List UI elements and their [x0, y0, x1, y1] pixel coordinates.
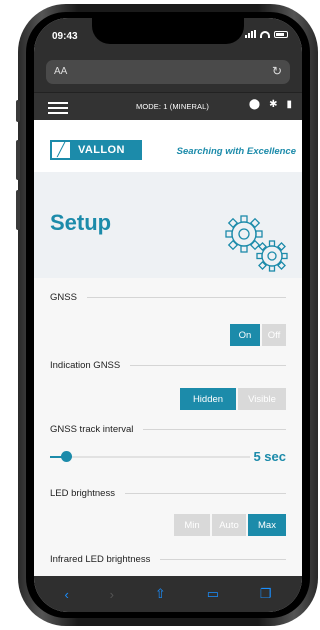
infrared-section: Infrared LED brightness: [50, 554, 286, 565]
phone-screen: 09:43 AA ↻ MODE: 1 (MINERAL) ⬤ ✱ ▮ ╱ VAL…: [34, 18, 302, 612]
share-icon[interactable]: ⇧: [155, 586, 166, 602]
gnss-on-button[interactable]: On: [230, 324, 260, 346]
back-icon[interactable]: ‹: [64, 587, 68, 602]
infrared-label: Infrared LED brightness: [50, 554, 151, 565]
hidden-button[interactable]: Hidden: [180, 388, 236, 410]
volume-down-button: [16, 190, 20, 230]
gears-icon: [225, 215, 288, 272]
track-interval-value: 5 sec: [253, 449, 286, 464]
track-interval-section: GNSS track interval: [50, 424, 286, 435]
tagline: Searching with Excellence: [176, 146, 296, 157]
title-area: Setup: [34, 172, 302, 278]
status-battery-icon: [274, 30, 288, 38]
mute-switch: [16, 100, 20, 122]
indication-gnss-section: Indication GNSS: [50, 360, 286, 371]
led-max-button[interactable]: Max: [248, 514, 286, 536]
menu-icon[interactable]: [48, 102, 68, 117]
volume-up-button: [16, 140, 20, 180]
text-size-button[interactable]: AA: [54, 66, 67, 77]
gnss-toggle: On Off: [230, 324, 286, 346]
bluetooth-icon[interactable]: ✱: [269, 99, 277, 110]
led-min-button[interactable]: Min: [174, 514, 210, 536]
signal-icon: [245, 30, 256, 38]
reload-icon[interactable]: ↻: [272, 64, 282, 78]
notch: [92, 18, 244, 44]
led-auto-button[interactable]: Auto: [212, 514, 246, 536]
gnss-off-button[interactable]: Off: [262, 324, 286, 346]
page-title: Setup: [50, 210, 112, 235]
battery-icon: ▮: [286, 99, 292, 110]
gnss-label: GNSS: [50, 292, 77, 303]
logo-mark-icon: ╱: [50, 140, 72, 160]
header-icons: ⬤ ✱ ▮: [249, 99, 292, 110]
mode-label: MODE: 1 (MINERAL): [136, 102, 209, 111]
brand-row: ╱ VALLON Searching with Excellence: [34, 120, 302, 172]
bookmarks-icon[interactable]: ▭: [207, 586, 219, 602]
address-bar[interactable]: AA ↻: [46, 60, 290, 84]
location-pin-icon[interactable]: ⬤: [249, 99, 260, 110]
status-time: 09:43: [52, 31, 78, 42]
forward-icon[interactable]: ›: [110, 587, 114, 602]
app-header: MODE: 1 (MINERAL) ⬤ ✱ ▮: [34, 92, 302, 120]
gnss-section: GNSS: [50, 292, 286, 303]
led-brightness-section: LED brightness: [50, 488, 286, 499]
indication-gnss-label: Indication GNSS: [50, 360, 121, 371]
led-brightness-toggle: Min Auto Max: [174, 514, 286, 536]
settings-list: GNSS On Off Indication GNSS Hidden Visib…: [34, 278, 302, 576]
indication-gnss-toggle: Hidden Visible: [180, 388, 286, 410]
track-interval-label: GNSS track interval: [50, 424, 134, 435]
wifi-icon: [260, 30, 270, 38]
visible-button[interactable]: Visible: [238, 388, 286, 410]
vallon-logo: ╱ VALLON: [50, 140, 142, 160]
browser-bottom-bar: ‹ › ⇧ ▭ ❐: [34, 576, 302, 612]
tabs-icon[interactable]: ❐: [260, 586, 272, 602]
logo-text: VALLON: [78, 144, 125, 156]
status-icons: [245, 30, 288, 38]
slider-thumb[interactable]: [61, 451, 72, 462]
led-brightness-label: LED brightness: [50, 488, 115, 499]
track-interval-slider[interactable]: [50, 451, 250, 462]
